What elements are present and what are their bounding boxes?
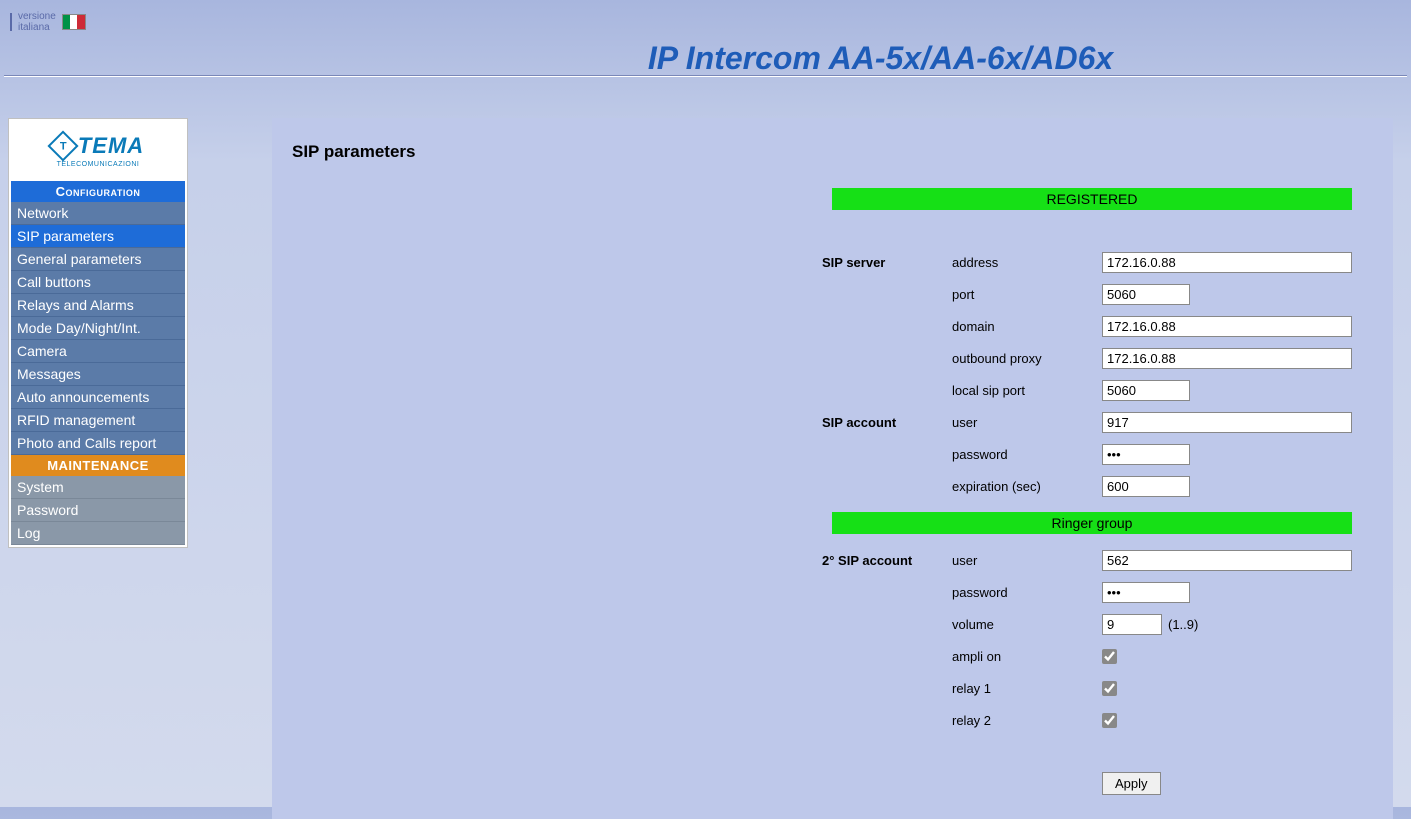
input-expiration[interactable] bbox=[1102, 476, 1190, 497]
label-domain: domain bbox=[952, 319, 1102, 334]
sidebar-item-password[interactable]: Password bbox=[11, 499, 185, 522]
ringer-group-banner: Ringer group bbox=[832, 512, 1352, 534]
label-password: password bbox=[952, 447, 1102, 462]
input-user[interactable] bbox=[1102, 412, 1352, 433]
input-user2[interactable] bbox=[1102, 550, 1352, 571]
sip-form: SIP server address port domain outbound … bbox=[822, 246, 1373, 795]
label-relay2: relay 2 bbox=[952, 713, 1102, 728]
logo-subtitle: TELECOMUNICAZIONI bbox=[57, 161, 140, 168]
input-domain[interactable] bbox=[1102, 316, 1352, 337]
sidebar-item-mode-day-night[interactable]: Mode Day/Night/Int. bbox=[11, 317, 185, 340]
sidebar-header-maintenance: MAINTENANCE bbox=[11, 455, 185, 476]
lang-bar-icon bbox=[10, 13, 12, 31]
section-sip-account: SIP account bbox=[822, 415, 952, 430]
sidebar-item-network[interactable]: Network bbox=[11, 202, 185, 225]
page-title: SIP parameters bbox=[292, 142, 1373, 162]
content-panel: SIP parameters REGISTERED SIP server add… bbox=[272, 118, 1393, 819]
sidebar-item-photo-calls-report[interactable]: Photo and Calls report bbox=[11, 432, 185, 455]
section-second-sip-account: 2° SIP account bbox=[822, 553, 952, 568]
sidebar-item-system[interactable]: System bbox=[11, 476, 185, 499]
sidebar-item-auto-announcements[interactable]: Auto announcements bbox=[11, 386, 185, 409]
label-user: user bbox=[952, 415, 1102, 430]
language-toggle[interactable]: versioneitaliana bbox=[10, 11, 86, 33]
input-password[interactable] bbox=[1102, 444, 1190, 465]
label-relay1: relay 1 bbox=[952, 681, 1102, 696]
checkbox-relay1[interactable] bbox=[1102, 681, 1117, 696]
sidebar-header-configuration: Configuration bbox=[11, 181, 185, 202]
label-user2: user bbox=[952, 553, 1102, 568]
logo: TEMA TELECOMUNICAZIONI bbox=[11, 121, 185, 179]
label-local-sip-port: local sip port bbox=[952, 383, 1102, 398]
input-local-sip-port[interactable] bbox=[1102, 380, 1190, 401]
volume-hint: (1..9) bbox=[1168, 617, 1198, 632]
sidebar-item-camera[interactable]: Camera bbox=[11, 340, 185, 363]
sidebar-item-messages[interactable]: Messages bbox=[11, 363, 185, 386]
label-port: port bbox=[952, 287, 1102, 302]
input-port[interactable] bbox=[1102, 284, 1190, 305]
status-banner: REGISTERED bbox=[832, 188, 1352, 210]
page-header-title: IP Intercom AA-5x/AA-6x/AD6x bbox=[0, 40, 1411, 77]
input-password2[interactable] bbox=[1102, 582, 1190, 603]
lang-label: versioneitaliana bbox=[18, 11, 56, 33]
header-divider bbox=[4, 75, 1407, 77]
input-outbound-proxy[interactable] bbox=[1102, 348, 1352, 369]
label-password2: password bbox=[952, 585, 1102, 600]
label-expiration: expiration (sec) bbox=[952, 479, 1102, 494]
sidebar-item-rfid-management[interactable]: RFID management bbox=[11, 409, 185, 432]
label-ampli-on: ampli on bbox=[952, 649, 1102, 664]
sidebar-item-sip-parameters[interactable]: SIP parameters bbox=[11, 225, 185, 248]
checkbox-relay2[interactable] bbox=[1102, 713, 1117, 728]
checkbox-ampli-on[interactable] bbox=[1102, 649, 1117, 664]
logo-diamond-icon bbox=[47, 130, 78, 161]
section-sip-server: SIP server bbox=[822, 255, 952, 270]
label-volume: volume bbox=[952, 617, 1102, 632]
sidebar: TEMA TELECOMUNICAZIONI Configuration Net… bbox=[8, 118, 188, 548]
sidebar-item-relays-alarms[interactable]: Relays and Alarms bbox=[11, 294, 185, 317]
sidebar-item-log[interactable]: Log bbox=[11, 522, 185, 545]
label-outbound-proxy: outbound proxy bbox=[952, 351, 1102, 366]
logo-brand: TEMA bbox=[78, 133, 144, 159]
input-volume[interactable] bbox=[1102, 614, 1162, 635]
sidebar-item-general-parameters[interactable]: General parameters bbox=[11, 248, 185, 271]
italy-flag-icon bbox=[62, 14, 86, 30]
apply-button[interactable]: Apply bbox=[1102, 772, 1161, 795]
input-address[interactable] bbox=[1102, 252, 1352, 273]
label-address: address bbox=[952, 255, 1102, 270]
sidebar-item-call-buttons[interactable]: Call buttons bbox=[11, 271, 185, 294]
